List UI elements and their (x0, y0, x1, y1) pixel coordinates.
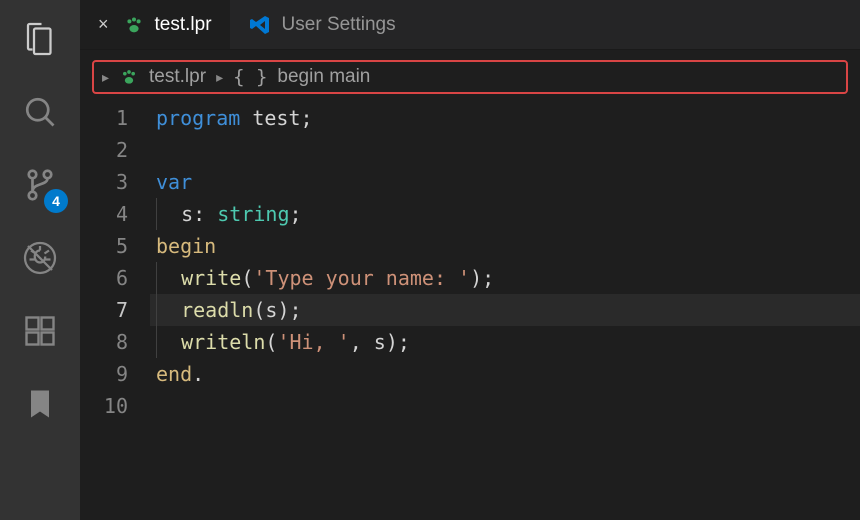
bookmark-icon[interactable] (16, 380, 64, 428)
code-line: writeln('Hi, ', s); (150, 326, 860, 358)
code-line: readln(s); (150, 294, 860, 326)
activity-bar: 4 (0, 0, 80, 520)
line-number: 1 (80, 102, 128, 134)
scm-badge: 4 (44, 189, 68, 213)
code-line: program test; (150, 102, 860, 134)
line-number: 9 (80, 358, 128, 390)
tab-user-settings[interactable]: User Settings (230, 0, 414, 49)
line-gutter: 1 2 3 4 5 6 7 8 9 10 (80, 102, 150, 520)
breadcrumb-file[interactable]: test.lpr (149, 66, 206, 88)
chevron-right-icon: ▸ (102, 69, 109, 86)
line-number: 8 (80, 326, 128, 358)
breadcrumb[interactable]: ▸ test.lpr ▸ { } begin main (92, 60, 848, 94)
debug-icon[interactable] (16, 234, 64, 282)
search-icon[interactable] (16, 88, 64, 136)
close-icon[interactable]: × (98, 14, 109, 35)
code-line (150, 390, 860, 422)
code-line: write('Type your name: '); (150, 262, 860, 294)
extensions-icon[interactable] (16, 307, 64, 355)
line-number: 3 (80, 166, 128, 198)
paw-icon (119, 67, 139, 87)
code-editor[interactable]: 1 2 3 4 5 6 7 8 9 10 program test; var s… (80, 100, 860, 520)
line-number: 5 (80, 230, 128, 262)
symbol-icon: { } (233, 66, 267, 88)
tab-bar: × test.lpr User Settings (80, 0, 860, 50)
line-number: 7 (80, 294, 128, 326)
line-number: 2 (80, 134, 128, 166)
code-line: s: string; (150, 198, 860, 230)
scm-icon[interactable]: 4 (16, 161, 64, 209)
code-line (150, 134, 860, 166)
tab-label: test.lpr (155, 14, 212, 36)
chevron-right-icon: ▸ (216, 69, 223, 86)
code-content[interactable]: program test; var s: string; begin write… (150, 102, 860, 520)
explorer-icon[interactable] (16, 15, 64, 63)
tab-test-lpr[interactable]: × test.lpr (80, 0, 230, 49)
vscode-icon (248, 13, 272, 37)
code-line: end. (150, 358, 860, 390)
paw-icon (123, 14, 145, 36)
breadcrumb-symbol[interactable]: begin main (277, 66, 370, 88)
editor-group: × test.lpr User Settings ▸ test.lpr ▸ { … (80, 0, 860, 520)
line-number: 4 (80, 198, 128, 230)
line-number: 10 (80, 390, 128, 422)
code-line: var (150, 166, 860, 198)
code-line: begin (150, 230, 860, 262)
line-number: 6 (80, 262, 128, 294)
tab-label: User Settings (282, 14, 396, 36)
